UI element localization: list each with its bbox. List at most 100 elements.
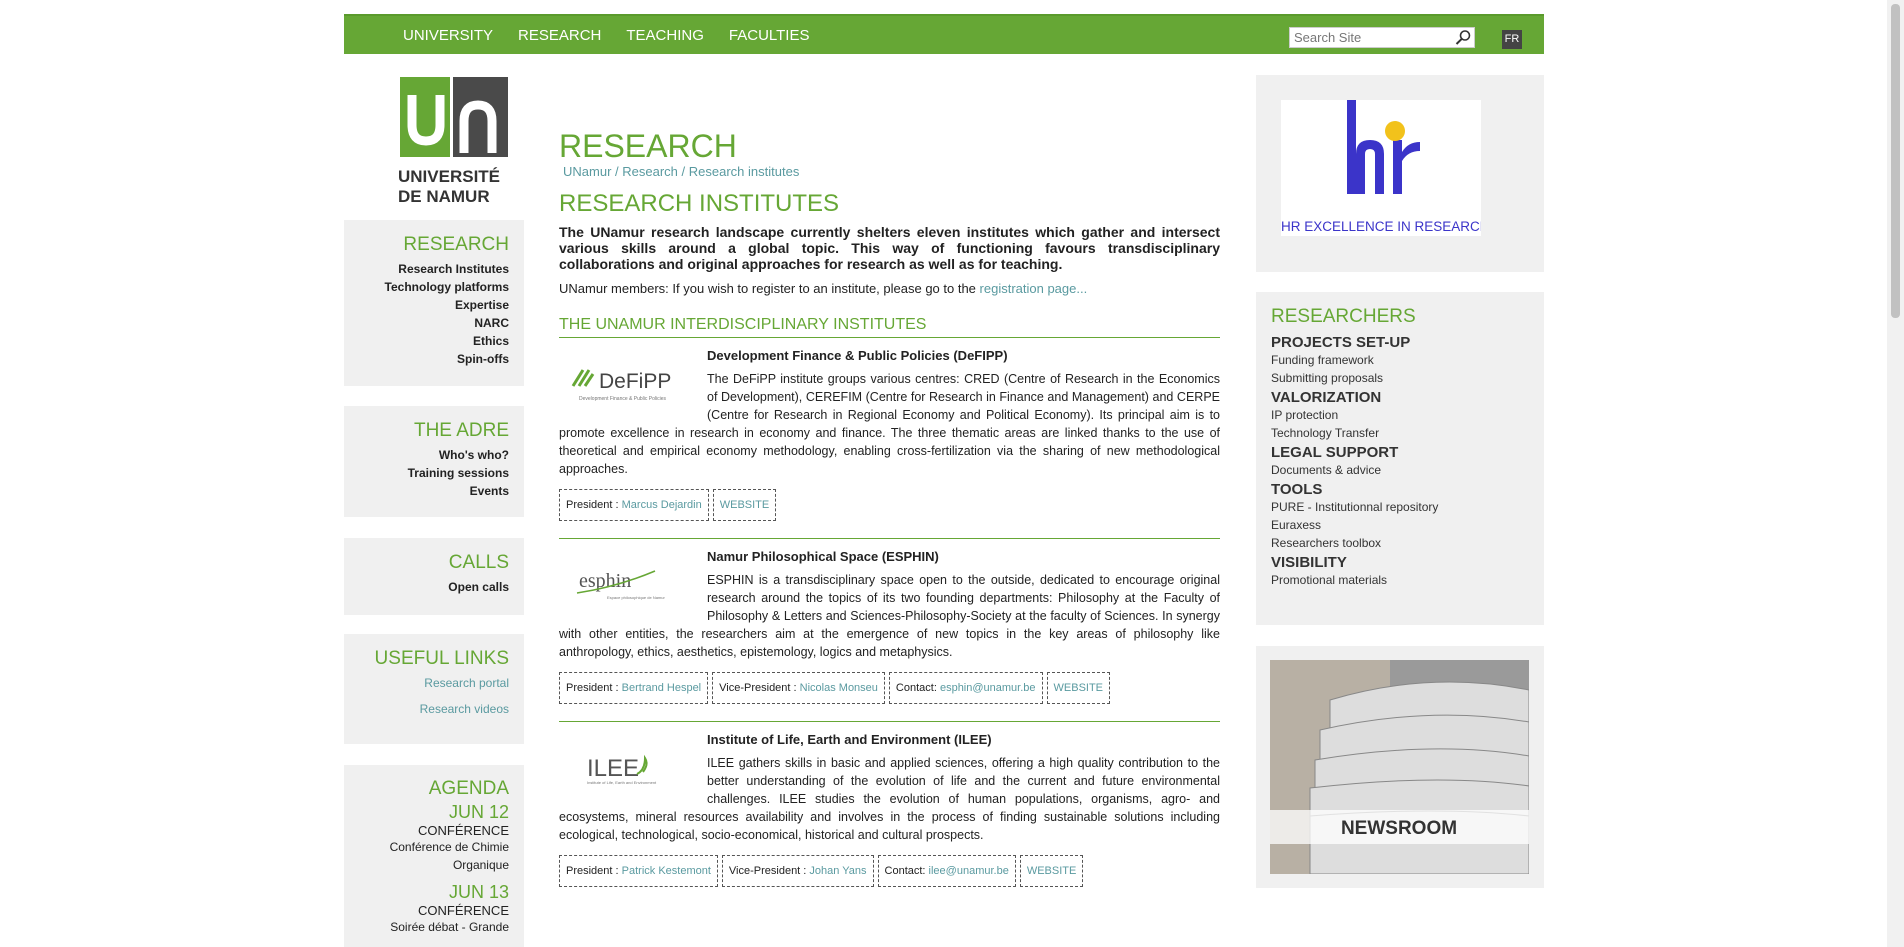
agenda-event[interactable]: JUN 12 CONFÉRENCE Conférence de Chimie O… [344,802,509,874]
defipp-logo-text: DeFiPP [599,370,671,393]
link-pure-repository[interactable]: PURE - Institutionnal repository [1271,498,1529,516]
institute-name[interactable]: Development Finance & Public Policies (D… [707,348,1220,363]
ilee-logo-sub: Institute of Life, Earth and Environment [587,780,657,785]
link-promotional-materials[interactable]: Promotional materials [1271,571,1529,589]
agenda-title: Soirée débat - Grande [390,920,509,934]
sidebar-item-ethics[interactable]: Ethics [344,332,509,350]
president-link[interactable]: Marcus Dejardin [622,499,702,511]
sidebar-item-training-sessions[interactable]: Training sessions [344,464,509,482]
group-visibility: VISIBILITY [1271,554,1347,571]
breadcrumb-unamur[interactable]: UNamur [563,164,611,179]
search-icon[interactable] [1454,29,1472,46]
search-input[interactable] [1290,28,1450,47]
agenda-date: JUN 12 [448,802,509,822]
defipp-logo[interactable]: DeFiPP Development Finance & Public Poli… [559,352,699,416]
ilee-logo[interactable]: ILEE Institute of Life, Earth and Enviro… [559,736,699,800]
sidebar-item-open-calls[interactable]: Open calls [344,578,509,596]
sidebar-item-research-institutes[interactable]: Research Institutes [344,260,509,278]
hr-logo-text: HR EXCELLENCE IN RESEARCH [1281,219,1481,234]
contact-email-link[interactable]: esphin@unamur.be [940,682,1036,694]
agenda-type: CONFÉRENCE [417,823,509,838]
sidebar-research: RESEARCH Research Institutes Technology … [344,220,524,386]
link-researchers-toolbox[interactable]: Researchers toolbox [1271,534,1529,552]
website-link[interactable]: WEBSITE [1054,682,1104,694]
institute-name[interactable]: Institute of Life, Earth and Environment… [707,732,1220,747]
institutes-section-title: THE UNAMUR INTERDISCIPLINARY INSTITUTES [559,316,1220,338]
vice-president-label: Vice-President : [719,682,800,694]
website-link[interactable]: WEBSITE [720,499,770,511]
researchers-title[interactable]: RESEARCHERS [1271,306,1529,328]
sidebar-item-spin-offs[interactable]: Spin-offs [344,350,509,368]
scrollbar-thumb[interactable] [1891,4,1900,318]
nav-university[interactable]: UNIVERSITY [403,27,493,44]
website-box: WEBSITE [1019,855,1084,887]
vice-president-link[interactable]: Nicolas Monseu [800,682,878,694]
sidebar-item-expertise[interactable]: Expertise [344,296,509,314]
ilee-logo-text: ILEE [587,755,639,782]
vice-president-label: Vice-President : [728,865,810,877]
esphin-logo[interactable]: esphin Espace philosophique de Namur [559,553,699,617]
unamur-logo[interactable]: UNIVERSITÉ DE NAMUR [398,77,510,206]
vice-president-box: Vice-President : Nicolas Monseu [712,672,885,704]
sidebar-agenda-title[interactable]: AGENDA [344,778,509,800]
hr-excellence-banner[interactable]: HR EXCELLENCE IN RESEARCH [1281,100,1490,236]
logo-line1: UNIVERSITÉ [398,167,500,186]
search-box [1289,27,1475,48]
link-euraxess[interactable]: Euraxess [1271,516,1529,534]
newsroom-panel: NEWSROOM [1256,646,1544,888]
sidebar-research-title[interactable]: RESEARCH [344,234,509,256]
agenda-date: JUN 13 [448,882,509,902]
agenda-event[interactable]: JUN 13 CONFÉRENCE Soirée débat - Grande [344,882,509,936]
main-content: RESEARCH UNamur / Research / Research in… [559,128,1220,887]
president-link[interactable]: Bertrand Hespel [622,682,702,694]
sidebar-item-events[interactable]: Events [344,482,509,500]
registration-link[interactable]: registration page... [980,281,1088,296]
link-ip-protection[interactable]: IP protection [1271,406,1529,424]
president-box: President : Marcus Dejardin [559,489,709,521]
president-link[interactable]: Patrick Kestemont [622,865,711,877]
sidebar-useful-links-title: USEFUL LINKS [374,648,509,669]
sidebar-link-research-portal[interactable]: Research portal [344,670,509,696]
link-technology-transfer[interactable]: Technology Transfer [1271,424,1529,442]
researchers-panel: RESEARCHERS PROJECTS SET-UP Funding fram… [1256,292,1544,625]
breadcrumb-research-institutes[interactable]: Research institutes [689,164,800,179]
sidebar-adre: THE ADRE Who's who? Training sessions Ev… [344,406,524,517]
sidebar-calls-title[interactable]: CALLS [344,552,509,574]
institute-item: DeFiPP Development Finance & Public Poli… [559,348,1220,539]
sidebar-item-technology-platforms[interactable]: Technology platforms [344,278,509,296]
contact-email-link[interactable]: ilee@unamur.be [929,865,1009,877]
page-scrollbar[interactable] [1887,0,1904,947]
hr-logo-icon: HR EXCELLENCE IN RESEARCH [1281,100,1490,234]
agenda-type: CONFÉRENCE [417,903,509,918]
divider [559,538,1220,539]
link-funding-framework[interactable]: Funding framework [1271,351,1529,369]
institute-name[interactable]: Namur Philosophical Space (ESPHIN) [707,549,1220,564]
contact-box: Contact: ilee@unamur.be [877,855,1016,887]
president-label: President : [566,499,622,511]
institute-contacts: President : Patrick Kestemont Vice-Presi… [559,855,1220,887]
nav-teaching[interactable]: TEACHING [626,27,704,44]
newsroom-banner[interactable]: NEWSROOM [1270,660,1530,875]
sidebar-item-narc[interactable]: NARC [344,314,509,332]
link-documents-advice[interactable]: Documents & advice [1271,461,1529,479]
vice-president-box: Vice-President : Johan Yans [721,855,874,887]
website-link[interactable]: WEBSITE [1027,865,1077,877]
defipp-logo-sub: Development Finance & Public Policies [579,396,666,402]
agenda-title: Conférence de Chimie Organique [389,840,509,872]
vice-president-link[interactable]: Johan Yans [809,865,866,877]
nav-research[interactable]: RESEARCH [518,27,601,44]
president-box: President : Bertrand Hespel [559,672,709,704]
members-text: UNamur members: If you wish to register … [559,281,980,296]
contact-box: Contact: esphin@unamur.be [888,672,1043,704]
president-label: President : [566,865,622,877]
sidebar-item-whos-who[interactable]: Who's who? [344,446,509,464]
nav-faculties[interactable]: FACULTIES [729,27,810,44]
sidebar-adre-title[interactable]: THE ADRE [344,420,509,442]
website-box: WEBSITE [1046,672,1111,704]
link-submitting-proposals[interactable]: Submitting proposals [1271,369,1529,387]
president-label: President : [566,682,622,694]
language-switch-button[interactable]: FR [1502,30,1522,49]
intro-paragraph: The UNamur research landscape currently … [559,224,1220,272]
sidebar-link-research-videos[interactable]: Research videos [344,696,509,722]
breadcrumb-research[interactable]: Research [622,164,678,179]
